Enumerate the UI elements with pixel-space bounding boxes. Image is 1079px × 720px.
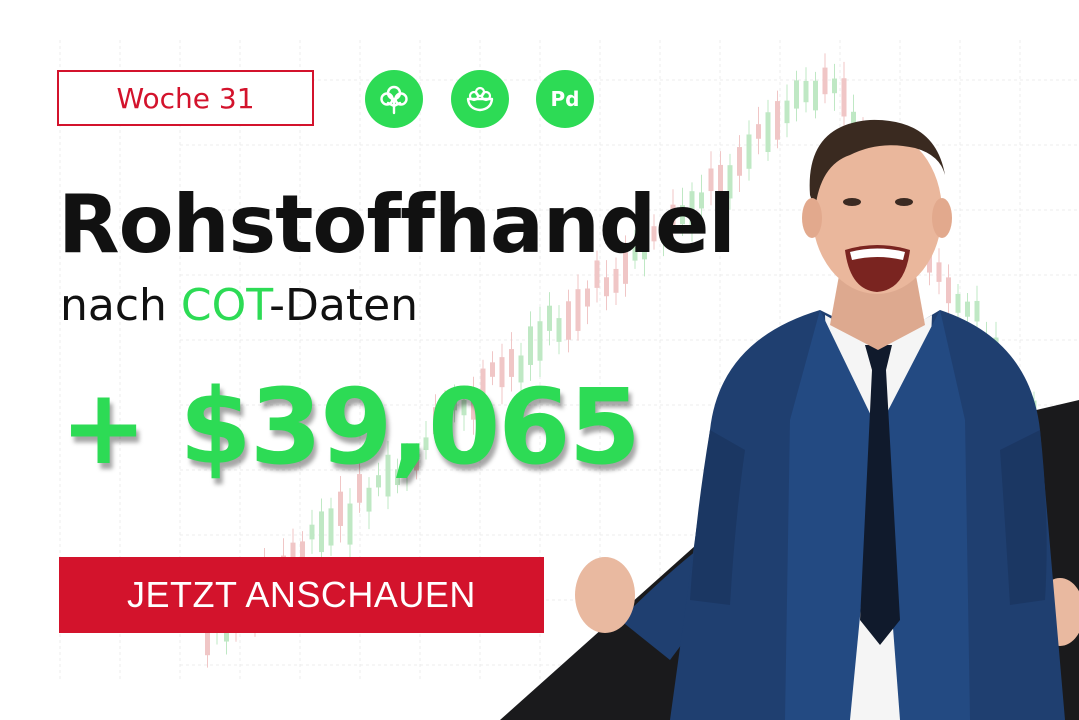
candle-body bbox=[822, 67, 828, 95]
businessman-photo bbox=[575, 119, 1079, 720]
candle-body bbox=[347, 503, 353, 545]
headline-subtitle: nach COT-Daten bbox=[60, 280, 418, 333]
candle-body bbox=[832, 78, 837, 94]
candle-body bbox=[338, 491, 343, 526]
cotton-icon bbox=[365, 70, 423, 128]
candle-body bbox=[319, 511, 324, 553]
watch-now-button[interactable]: JETZT ANSCHAUEN bbox=[59, 557, 544, 633]
grain-bowl-icon bbox=[451, 70, 509, 128]
banner: Woche 31 Pd Rohstoffhandel nach COT-Date… bbox=[0, 0, 1079, 720]
subtitle-suffix: -Daten bbox=[269, 280, 419, 331]
week-badge: Woche 31 bbox=[57, 70, 314, 126]
candle-body bbox=[328, 508, 334, 546]
candle-body bbox=[366, 487, 372, 512]
subtitle-prefix: nach bbox=[60, 280, 181, 331]
subtitle-accent: COT bbox=[180, 280, 270, 331]
candle-body bbox=[309, 524, 315, 540]
